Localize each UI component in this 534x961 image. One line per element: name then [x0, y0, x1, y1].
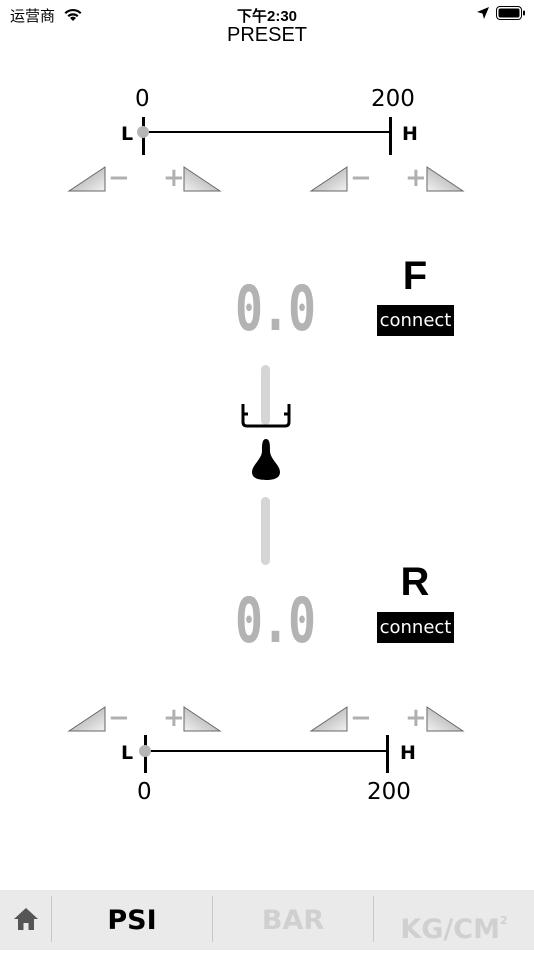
- front-low-increase-icon[interactable]: [182, 165, 222, 193]
- front-connect-button[interactable]: connect: [377, 305, 454, 336]
- front-scale-track[interactable]: [143, 131, 391, 133]
- status-time: 下午2:30: [236, 8, 298, 25]
- front-high-increase-icon[interactable]: [425, 165, 465, 193]
- front-scale-high-label: H: [402, 123, 418, 145]
- front-low-minus[interactable]: −: [108, 163, 130, 193]
- front-scale-right-tick: [389, 117, 392, 155]
- rear-low-increase-icon[interactable]: [182, 705, 222, 733]
- tab-kgcm2[interactable]: KG/CM2: [374, 890, 534, 950]
- rear-connect-button[interactable]: connect: [377, 612, 454, 643]
- rear-low-handle[interactable]: [139, 745, 151, 757]
- rear-scale-right-tick: [386, 735, 389, 773]
- rear-gauge-bar: [261, 497, 270, 565]
- rear-scale-max: 200: [367, 779, 411, 805]
- tab-bar[interactable]: BAR: [213, 890, 373, 950]
- rear-scale-low-label: L: [121, 742, 134, 764]
- tab-psi[interactable]: PSI: [52, 890, 212, 950]
- front-low-handle[interactable]: [137, 126, 149, 138]
- saddle-icon: [252, 439, 280, 480]
- front-wheel-letter: F: [402, 254, 428, 298]
- front-scale-max: 200: [371, 86, 415, 112]
- handlebar-icon: [241, 404, 291, 428]
- rear-wheel-letter: R: [400, 560, 430, 604]
- tab-psi-label: PSI: [107, 905, 157, 936]
- tab-kgcm2-superscript: 2: [499, 914, 508, 927]
- rear-scale-high-label: H: [400, 742, 416, 764]
- rear-scale-min: 0: [137, 779, 152, 805]
- front-scale-min: 0: [135, 86, 150, 112]
- tab-kgcm2-label: KG/CM: [400, 914, 500, 945]
- unit-tab-bar: PSI BAR KG/CM2: [0, 890, 534, 950]
- home-icon[interactable]: [13, 907, 39, 931]
- page-title: PRESET: [226, 24, 308, 46]
- front-high-plus[interactable]: +: [405, 163, 427, 193]
- rear-high-increase-icon[interactable]: [425, 705, 465, 733]
- front-low-decrease-icon[interactable]: [67, 165, 107, 193]
- rear-low-minus[interactable]: −: [108, 703, 130, 733]
- location-arrow-icon: [477, 7, 489, 19]
- battery-icon: [496, 6, 525, 20]
- rear-high-decrease-icon[interactable]: [309, 705, 349, 733]
- front-pressure-reading: 0.0: [235, 272, 316, 345]
- front-high-minus[interactable]: −: [350, 163, 372, 193]
- rear-low-decrease-icon[interactable]: [67, 705, 107, 733]
- front-high-decrease-icon[interactable]: [309, 165, 349, 193]
- rear-high-plus[interactable]: +: [405, 703, 427, 733]
- rear-pressure-reading: 0.0: [235, 584, 316, 657]
- rear-scale-track[interactable]: [145, 750, 388, 752]
- front-scale-low-label: L: [121, 123, 134, 145]
- tab-bar-label: BAR: [261, 905, 325, 936]
- rear-high-minus[interactable]: −: [350, 703, 372, 733]
